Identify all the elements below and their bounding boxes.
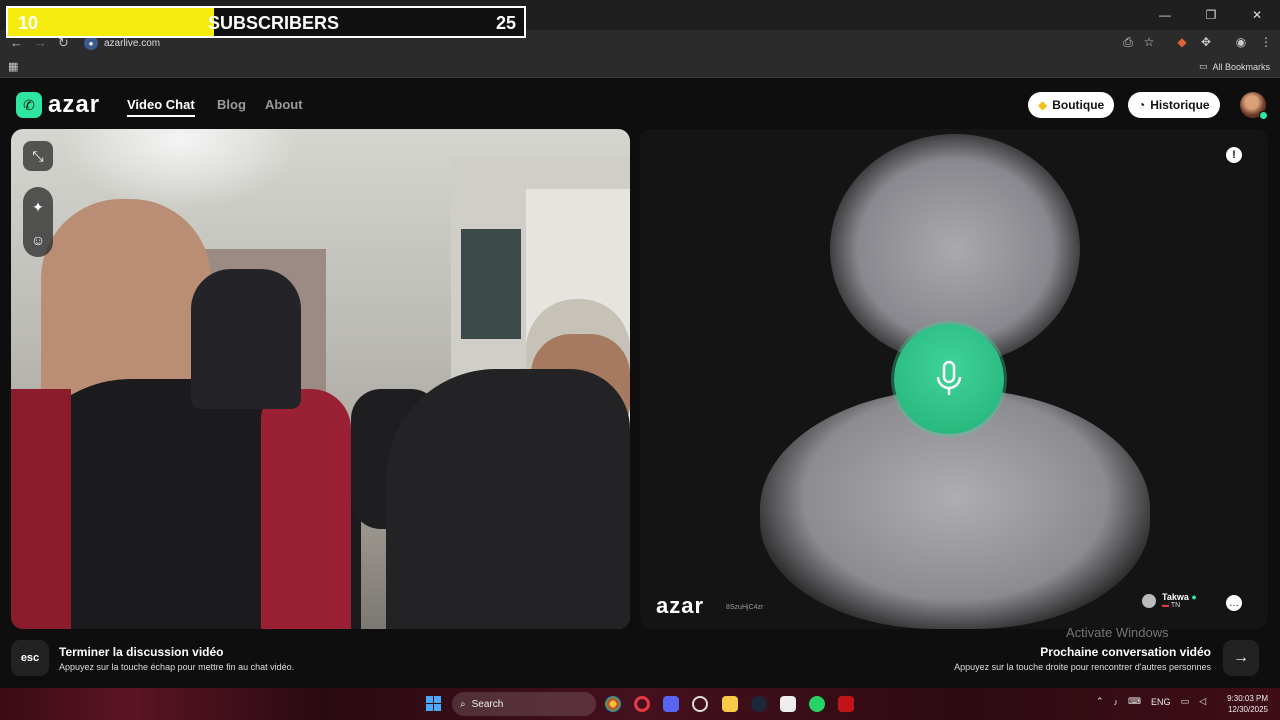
system-tray: ⌃ ♪ ⌨ ENG ▭ ◁ <box>1096 696 1206 707</box>
taskbar-search-label: Search <box>471 698 504 710</box>
menu-kebab-icon[interactable]: ⋮ <box>1258 34 1274 50</box>
effects-sparkle-icon[interactable]: ✦ <box>23 192 53 222</box>
nav-video-chat[interactable]: Video Chat <box>127 97 195 117</box>
next-chat-subtitle: Appuyez sur la touche droite pour rencon… <box>954 662 1211 672</box>
mic-tray-icon[interactable]: ♪ <box>1114 697 1119 707</box>
bookmarks-bar: ▦ ▭ All Bookmarks <box>0 56 1280 78</box>
volume-icon[interactable]: ◁ <box>1199 696 1206 707</box>
clock-time: 9:30:03 PM <box>1227 694 1268 703</box>
taskbar-clock[interactable]: 9:30:03 PM 12/30/2025 <box>1226 693 1268 715</box>
clock-date: 12/30/2025 <box>1227 705 1268 714</box>
whatsapp-icon[interactable] <box>809 696 825 712</box>
chat-bubble-icon[interactable]: … <box>1226 595 1242 611</box>
wall-painting <box>461 229 521 339</box>
arrow-right-icon: → <box>1233 649 1249 666</box>
all-bookmarks-button[interactable]: ▭ All Bookmarks <box>1199 61 1270 72</box>
minimize-video-icon[interactable]: ⤡ <box>23 141 53 171</box>
discord-icon[interactable] <box>663 696 679 712</box>
face-filter-icon[interactable]: ☺ <box>23 225 53 255</box>
subscriber-label: SUBSCRIBERS <box>208 13 340 33</box>
boutique-label: Boutique <box>1052 98 1105 112</box>
file-explorer-icon[interactable] <box>722 696 738 712</box>
person-1-red-jacket-right <box>261 389 351 629</box>
subscriber-goal-bar: 10 SUBSCRIBERS 25 <box>6 6 526 38</box>
boutique-button[interactable]: ◆ Boutique <box>1028 92 1115 118</box>
steam-icon[interactable] <box>751 696 767 712</box>
minimize-icon[interactable]: — <box>1142 0 1188 30</box>
folder-icon: ▭ <box>1198 61 1208 71</box>
extensions-puzzle-icon[interactable]: ✥ <box>1198 34 1214 50</box>
clock-icon: ◔ <box>1138 98 1146 112</box>
windows-start-icon[interactable] <box>426 696 441 711</box>
microphone-icon <box>936 360 962 395</box>
report-icon[interactable]: ! <box>1226 147 1242 163</box>
subscriber-goal: 25 <box>495 13 516 33</box>
subscriber-count: 10 <box>18 13 39 33</box>
video-tools-panel: ✦ ☺ <box>23 187 53 257</box>
activate-windows-watermark: Activate Windows <box>1066 625 1169 640</box>
self-video-feed: ⤡ ✦ ☺ <box>11 129 630 629</box>
close-icon[interactable]: ✕ <box>1234 0 1280 30</box>
subscriber-progress-fill <box>8 8 215 36</box>
next-chat-title: Prochaine conversation vidéo <box>1040 645 1211 659</box>
opera-icon[interactable] <box>634 696 650 712</box>
keyboard-icon[interactable]: ⌨ <box>1128 696 1141 707</box>
chevron-up-icon[interactable]: ⌃ <box>1096 696 1104 707</box>
search-icon: ⌕ <box>460 698 466 710</box>
user-avatar[interactable] <box>1240 92 1268 120</box>
flag-icon: ▬ <box>1162 602 1169 609</box>
restore-icon[interactable]: ❐ <box>1188 0 1234 30</box>
bookmark-star-icon[interactable]: ☆ <box>1141 34 1157 50</box>
historique-label: Historique <box>1150 98 1210 112</box>
network-icon[interactable]: ▭ <box>1181 696 1190 707</box>
install-app-icon[interactable]: ⎙ <box>1120 34 1136 50</box>
mic-button[interactable] <box>894 324 1004 434</box>
apps-grid-icon[interactable]: ▦ <box>8 60 18 73</box>
person-4-jacket <box>386 369 630 629</box>
person-1-red-jacket-left <box>11 389 71 629</box>
extension-icon[interactable]: ◆ <box>1174 34 1190 50</box>
windows-taskbar: ⌕ Search ⌃ ♪ ⌨ ENG ▭ ◁ 9:30:03 PM 12/30/… <box>0 688 1280 720</box>
person-2-background <box>191 269 301 409</box>
chrome-icon[interactable] <box>605 696 621 712</box>
window-controls: — ❐ ✕ <box>1142 0 1280 30</box>
app-header: ✆ azar Video Chat Blog About ◆ Boutique … <box>0 80 1280 128</box>
site-info-icon[interactable]: ● <box>84 36 98 50</box>
azar-logo-icon: ✆ <box>16 92 42 118</box>
partner-azar-logo: azar <box>656 593 705 618</box>
obs-icon[interactable] <box>692 696 708 712</box>
all-bookmarks-label: All Bookmarks <box>1212 61 1270 72</box>
app-icon[interactable] <box>838 696 854 712</box>
azar-logo[interactable]: ✆ azar <box>16 91 100 119</box>
partner-name: Takwa <box>1162 592 1189 602</box>
profile-icon[interactable]: ◉ <box>1233 34 1249 50</box>
end-chat-esc-button[interactable]: esc <box>11 640 49 676</box>
partner-info[interactable]: Takwa ● ▬ TN <box>1142 592 1197 609</box>
nav-about[interactable]: About <box>265 97 303 112</box>
historique-button[interactable]: ◔ Historique <box>1128 92 1220 118</box>
next-chat-button[interactable]: → <box>1223 640 1259 676</box>
verified-icon: ● <box>1191 592 1197 602</box>
gem-icon: ◆ <box>1038 98 1048 112</box>
url-text: azarlive.com <box>104 37 161 49</box>
nav-blog[interactable]: Blog <box>217 97 246 112</box>
taskbar-search[interactable]: ⌕ Search <box>452 692 596 716</box>
session-id: 8SzuHjC4zr <box>726 604 764 611</box>
end-chat-subtitle: Appuyez sur la touche échap pour mettre … <box>59 662 295 672</box>
online-status-dot <box>1259 111 1268 120</box>
language-indicator[interactable]: ENG <box>1151 697 1171 707</box>
partner-avatar <box>1142 593 1156 608</box>
capcut-icon[interactable] <box>780 696 796 712</box>
end-chat-title: Terminer la discussion vidéo <box>59 645 224 659</box>
partner-country: TN <box>1170 602 1181 609</box>
partner-video-feed: ! azar 8SzuHjC4zr Takwa ● ▬ TN … <box>640 129 1268 629</box>
azar-logo-text: azar <box>48 91 101 118</box>
